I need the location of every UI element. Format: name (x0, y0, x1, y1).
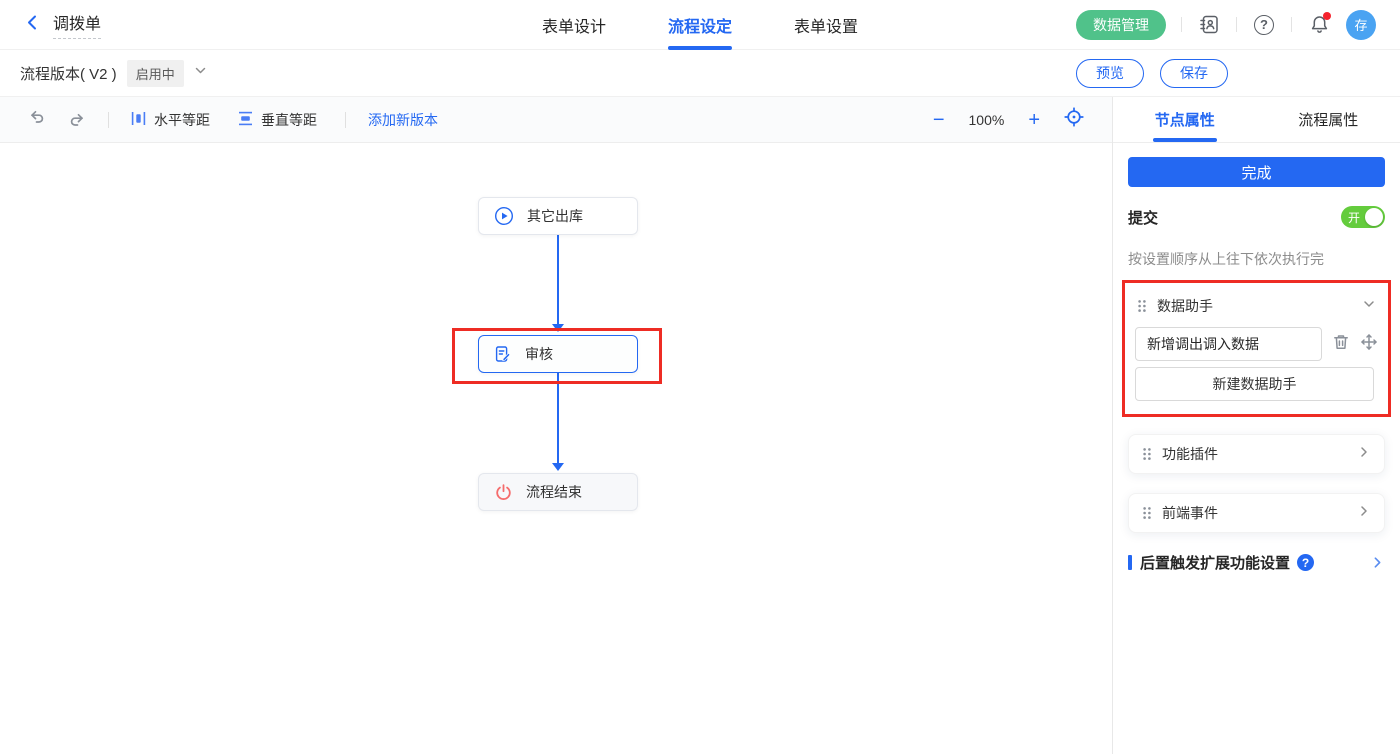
divider (345, 112, 346, 128)
node-label: 流程结束 (526, 482, 582, 502)
drag-handle-icon[interactable] (1142, 447, 1152, 461)
chevron-right-icon (1357, 504, 1371, 523)
chevron-right-icon (1370, 555, 1385, 570)
power-icon (494, 483, 513, 502)
properties-panel: 节点属性 流程属性 完成 提交 开 按设置顺序从上往下依次执行完 (1113, 97, 1400, 754)
plugin-section-title: 功能插件 (1162, 444, 1218, 464)
node-start[interactable]: 其它出库 (478, 197, 638, 235)
version-dropdown[interactable] (194, 64, 207, 82)
panel-tab-group: 节点属性 流程属性 (1113, 97, 1400, 143)
move-arrows-icon (1360, 333, 1378, 356)
node-end[interactable]: 流程结束 (478, 473, 638, 511)
delete-button[interactable] (1331, 335, 1350, 354)
chevron-down-icon (1362, 297, 1376, 316)
page-title[interactable]: 调拨单 (53, 10, 101, 39)
status-badge: 启用中 (127, 60, 184, 87)
play-circle-icon (494, 206, 514, 226)
data-assistant-section: 数据助手 新增调出调入数据 (1122, 280, 1391, 417)
toggle-on-label: 开 (1348, 209, 1360, 226)
horizontal-distribute-icon (131, 111, 146, 129)
horizontal-spacing-button[interactable]: 水平等距 (131, 110, 210, 130)
frontend-event-section-card[interactable]: 前端事件 (1128, 493, 1385, 533)
toggle-knob (1365, 208, 1383, 226)
tab-form-config[interactable]: 表单设置 (794, 0, 858, 50)
save-button[interactable]: 保存 (1160, 59, 1228, 88)
plugin-section-card[interactable]: 功能插件 (1128, 434, 1385, 474)
crosshair-icon (1064, 107, 1084, 132)
move-button[interactable] (1359, 335, 1378, 354)
flow-canvas[interactable]: 其它出库 审核 (0, 143, 1112, 754)
top-bar: 调拨单 表单设计 流程设定 表单设置 数据管理 ? (0, 0, 1400, 50)
back-button[interactable] (24, 14, 41, 36)
redo-button[interactable] (68, 111, 86, 129)
document-edit-icon (494, 345, 512, 363)
section-accent-bar (1128, 555, 1132, 570)
help-icon[interactable]: ? (1252, 13, 1276, 37)
notification-bell-icon[interactable] (1307, 13, 1331, 37)
data-manage-button[interactable]: 数据管理 (1076, 10, 1166, 40)
canvas-toolbar: 水平等距 垂直等距 添加新版本 − 100% + (0, 97, 1112, 143)
divider (1291, 17, 1292, 32)
flow-edge (557, 235, 559, 324)
zoom-out-button[interactable]: − (933, 110, 945, 130)
arrowhead-icon (552, 324, 564, 332)
top-tab-group: 表单设计 流程设定 表单设置 (542, 0, 858, 50)
preview-button[interactable]: 预览 (1076, 59, 1144, 88)
data-assistant-item[interactable]: 新增调出调入数据 (1135, 327, 1322, 361)
expand-section-button[interactable] (1357, 445, 1371, 464)
collapse-section-button[interactable] (1362, 297, 1376, 316)
back-chevron-icon (24, 14, 41, 36)
post-trigger-settings[interactable]: 后置触发扩展功能设置 ? (1128, 552, 1385, 573)
chevron-right-icon (1357, 445, 1371, 464)
vertical-distribute-icon (238, 111, 253, 129)
horizontal-spacing-label: 水平等距 (154, 110, 210, 130)
undo-button[interactable] (28, 108, 46, 131)
version-bar: 流程版本( V2 ) 启用中 预览 保存 (0, 50, 1400, 97)
divider (108, 112, 109, 128)
done-button[interactable]: 完成 (1128, 157, 1385, 187)
node-label: 审核 (525, 344, 553, 364)
tab-flow-properties[interactable]: 流程属性 (1257, 97, 1400, 142)
divider (1181, 17, 1182, 32)
tab-node-properties[interactable]: 节点属性 (1113, 97, 1257, 142)
expand-section-button[interactable] (1357, 504, 1371, 523)
drag-handle-icon[interactable] (1142, 506, 1152, 520)
zoom-level-value: 100% (969, 112, 1005, 128)
frontend-event-section-title: 前端事件 (1162, 503, 1218, 523)
question-help-icon[interactable]: ? (1297, 554, 1314, 571)
data-assistant-title: 数据助手 (1157, 296, 1213, 316)
vertical-spacing-button[interactable]: 垂直等距 (238, 110, 317, 130)
address-book-icon[interactable] (1197, 13, 1221, 37)
divider (1236, 17, 1237, 32)
execution-order-hint: 按设置顺序从上往下依次执行完 (1128, 249, 1385, 269)
trash-icon (1332, 333, 1350, 356)
flow-edge (557, 373, 559, 463)
tab-form-design[interactable]: 表单设计 (542, 0, 606, 50)
redo-icon (68, 111, 86, 129)
node-label: 其它出库 (527, 206, 583, 226)
tab-flow-settings[interactable]: 流程设定 (668, 0, 732, 50)
node-review[interactable]: 审核 (478, 335, 638, 373)
notification-badge (1323, 12, 1331, 20)
new-data-assistant-button[interactable]: 新建数据助手 (1135, 367, 1374, 401)
vertical-spacing-label: 垂直等距 (261, 110, 317, 130)
undo-icon (28, 108, 46, 131)
drag-handle-icon[interactable] (1137, 299, 1147, 313)
add-version-link[interactable]: 添加新版本 (368, 110, 438, 130)
user-avatar[interactable]: 存 (1346, 10, 1376, 40)
submit-toggle[interactable]: 开 (1341, 206, 1385, 228)
fit-view-button[interactable] (1064, 107, 1084, 132)
zoom-in-button[interactable]: + (1028, 110, 1040, 130)
submit-label: 提交 (1128, 207, 1158, 228)
arrowhead-icon (552, 463, 564, 471)
chevron-down-icon (194, 64, 207, 82)
app-window: 调拨单 表单设计 流程设定 表单设置 数据管理 ? (0, 0, 1400, 755)
post-trigger-title: 后置触发扩展功能设置 (1140, 552, 1290, 573)
version-label: 流程版本( V2 ) (20, 63, 117, 84)
